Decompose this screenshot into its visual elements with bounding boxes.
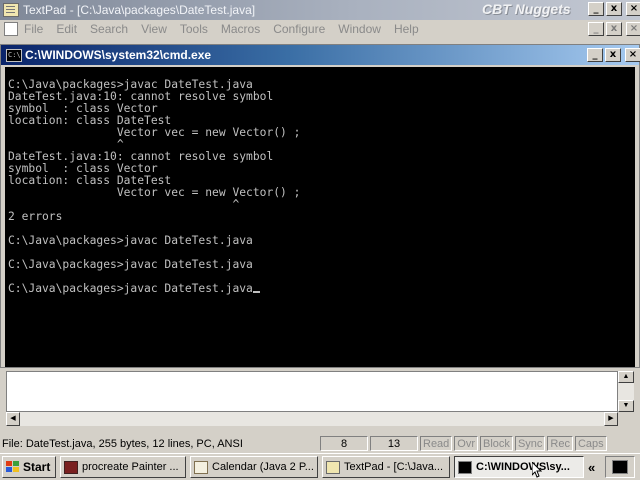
console-line: C:\Java\packages>javac DateTest.java xyxy=(8,258,253,271)
tray-expand-icon[interactable]: « xyxy=(588,460,604,475)
textpad-window-title: TextPad - [C:\Java\packages\DateTest.jav… xyxy=(23,3,256,17)
close-button[interactable]: × xyxy=(626,2,640,16)
menu-macros[interactable]: Macros xyxy=(221,22,260,36)
status-line-number: 8 xyxy=(320,436,368,451)
taskbar: Start procreate Painter ... Calendar (Ja… xyxy=(0,453,640,480)
task-label: C:\WINDOWS\sy... xyxy=(476,461,570,473)
doc-close-button[interactable]: × xyxy=(626,22,640,36)
textpad-editor-pane[interactable] xyxy=(6,371,618,412)
task-textpad[interactable]: TextPad - [C:\Java... xyxy=(322,456,450,478)
tray-cmd-icon[interactable] xyxy=(612,460,628,474)
mouse-pointer-icon xyxy=(532,462,542,478)
scroll-right-arrow-icon[interactable]: ▶ xyxy=(604,412,618,426)
textpad-title-bar[interactable]: TextPad - [C:\Java\packages\DateTest.jav… xyxy=(0,0,640,20)
console-line: 2 errors xyxy=(8,210,63,223)
cmd-icon[interactable]: C:\ xyxy=(6,48,22,62)
status-flag-rec: Rec xyxy=(547,436,573,451)
text-cursor xyxy=(252,291,260,293)
doc-restore-button[interactable]: х xyxy=(606,22,622,36)
menu-view[interactable]: View xyxy=(141,22,167,36)
status-bar: File: DateTest.java, 255 bytes, 12 lines… xyxy=(0,435,640,452)
textpad-app-icon[interactable] xyxy=(3,3,19,17)
cmd-icon xyxy=(458,460,472,474)
start-button[interactable]: Start xyxy=(2,456,56,478)
horizontal-scrollbar[interactable]: ◀ ▶ xyxy=(6,412,618,426)
cmd-restore-button[interactable]: х xyxy=(605,48,621,62)
vertical-scrollbar[interactable]: ▲ ▼ xyxy=(618,371,634,412)
brand-watermark: CBT Nuggets xyxy=(482,1,571,17)
console-prompt-line[interactable]: C:\Java\packages>javac DateTest.java xyxy=(8,283,635,295)
doc-minimize-button[interactable]: _ xyxy=(588,22,604,36)
cmd-window[interactable]: C:\ C:\WINDOWS\system32\cmd.exe _ х × C:… xyxy=(0,44,640,368)
cmd-close-button[interactable]: × xyxy=(625,48,640,62)
status-flag-block: Block xyxy=(480,436,513,451)
start-label: Start xyxy=(23,460,51,474)
task-label: TextPad - [C:\Java... xyxy=(344,461,444,473)
menu-configure[interactable]: Configure xyxy=(273,22,325,36)
menu-edit[interactable]: Edit xyxy=(56,22,77,36)
task-label: procreate Painter ... xyxy=(82,461,179,473)
menu-window[interactable]: Window xyxy=(338,22,381,36)
cmd-window-title: C:\WINDOWS\system32\cmd.exe xyxy=(25,48,212,62)
console-line: ^ xyxy=(8,198,240,211)
textpad-icon xyxy=(326,460,340,474)
system-tray xyxy=(605,456,635,478)
task-calendar[interactable]: Calendar (Java 2 P... xyxy=(190,456,318,478)
menu-file[interactable]: File xyxy=(24,22,43,36)
scroll-up-arrow-icon[interactable]: ▲ xyxy=(618,371,634,383)
restore-button[interactable]: х xyxy=(606,2,622,16)
task-cmd[interactable]: C:\WINDOWS\sy... xyxy=(454,456,584,478)
task-label: Calendar (Java 2 P... xyxy=(212,461,314,473)
painter-icon xyxy=(64,460,78,474)
scroll-left-arrow-icon[interactable]: ◀ xyxy=(6,412,20,426)
menu-search[interactable]: Search xyxy=(90,22,128,36)
menu-help[interactable]: Help xyxy=(394,22,419,36)
status-file-info: File: DateTest.java, 255 bytes, 12 lines… xyxy=(2,437,243,450)
status-flag-sync: Sync xyxy=(514,436,546,451)
console-current-command: C:\Java\packages>javac DateTest.java xyxy=(8,282,253,295)
calendar-icon xyxy=(194,460,208,474)
task-painter[interactable]: procreate Painter ... xyxy=(60,456,186,478)
cmd-title-bar[interactable]: C:\ C:\WINDOWS\system32\cmd.exe _ х × xyxy=(1,45,640,65)
document-icon[interactable] xyxy=(4,22,18,36)
console-output[interactable]: C:\Java\packages>javac DateTest.java Dat… xyxy=(5,67,635,367)
windows-flag-icon xyxy=(6,461,20,473)
console-line: C:\Java\packages>javac DateTest.java xyxy=(8,234,253,247)
cmd-minimize-button[interactable]: _ xyxy=(587,48,603,62)
scroll-down-arrow-icon[interactable]: ▼ xyxy=(618,400,634,412)
minimize-button[interactable]: _ xyxy=(588,2,604,16)
status-flag-caps: Caps xyxy=(574,436,607,451)
status-column-number: 13 xyxy=(370,436,418,451)
status-flag-read: Read xyxy=(420,436,453,451)
status-flag-ovr: Ovr xyxy=(454,436,479,451)
menu-tools[interactable]: Tools xyxy=(180,22,208,36)
textpad-menubar: File Edit Search View Tools Macros Confi… xyxy=(0,20,640,38)
